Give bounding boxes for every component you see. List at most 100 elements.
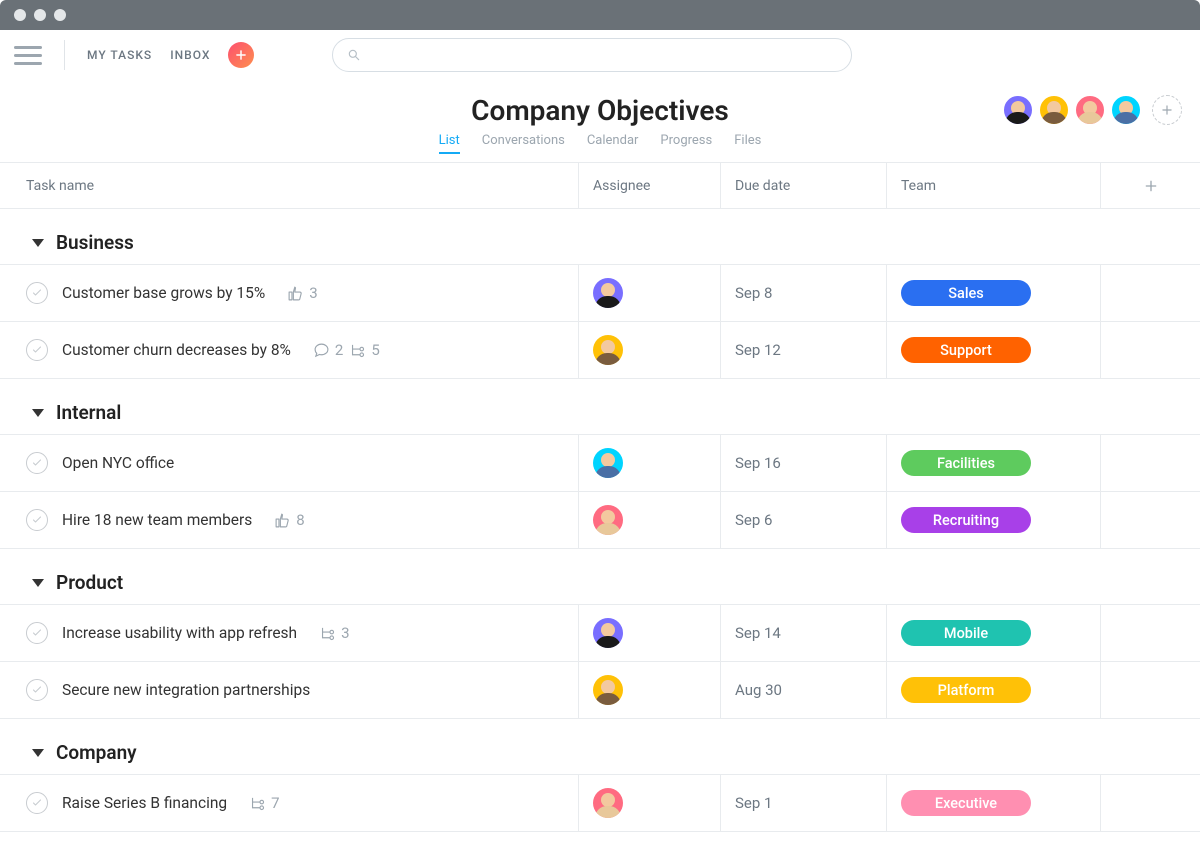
task-name[interactable]: Secure new integration partnerships [62, 681, 310, 699]
add-member-button[interactable] [1152, 95, 1182, 125]
task-row[interactable]: Customer churn decreases by 8% 25 Sep 12… [0, 322, 1200, 379]
check-icon [31, 287, 43, 299]
avatar[interactable] [593, 788, 623, 818]
assignee-cell[interactable] [578, 435, 720, 491]
quick-add-button[interactable] [228, 42, 254, 68]
nav-my-tasks[interactable]: MY TASKS [87, 48, 152, 62]
column-team[interactable]: Team [886, 163, 1100, 208]
task-name[interactable]: Customer churn decreases by 8% [62, 341, 291, 359]
view-tabs: List Conversations Calendar Progress Files [0, 133, 1200, 162]
task-name[interactable]: Raise Series B financing [62, 794, 227, 812]
due-date-cell[interactable]: Sep 12 [720, 322, 886, 378]
tab-files[interactable]: Files [734, 133, 761, 154]
complete-checkbox[interactable] [26, 452, 48, 474]
complete-checkbox[interactable] [26, 282, 48, 304]
avatar[interactable] [1110, 94, 1142, 126]
tab-conversations[interactable]: Conversations [482, 133, 565, 154]
section-header[interactable]: Business [0, 209, 1200, 265]
avatar[interactable] [593, 448, 623, 478]
traffic-light-zoom[interactable] [54, 9, 66, 21]
assignee-cell[interactable] [578, 662, 720, 718]
avatar[interactable] [593, 335, 623, 365]
due-date-cell[interactable]: Sep 14 [720, 605, 886, 661]
avatar[interactable] [1074, 94, 1106, 126]
due-date-cell[interactable]: Sep 8 [720, 265, 886, 321]
tab-list[interactable]: List [439, 133, 460, 154]
traffic-light-close[interactable] [14, 9, 26, 21]
team-cell[interactable]: Mobile [886, 605, 1100, 661]
team-cell[interactable]: Recruiting [886, 492, 1100, 548]
empty-cell [1100, 435, 1200, 491]
likes-count[interactable]: 3 [287, 284, 317, 302]
team-cell[interactable]: Sales [886, 265, 1100, 321]
empty-cell [1100, 662, 1200, 718]
avatar[interactable] [593, 505, 623, 535]
assignee-cell[interactable] [578, 605, 720, 661]
subtasks-count[interactable]: 7 [249, 794, 279, 812]
avatar[interactable] [593, 675, 623, 705]
comments-count[interactable]: 2 [313, 341, 343, 359]
team-cell[interactable]: Platform [886, 662, 1100, 718]
tab-calendar[interactable]: Calendar [587, 133, 639, 154]
section-header[interactable]: Company [0, 719, 1200, 775]
avatar[interactable] [1038, 94, 1070, 126]
due-date-cell[interactable]: Aug 30 [720, 662, 886, 718]
collapse-icon[interactable] [32, 749, 44, 757]
due-date-cell[interactable]: Sep 6 [720, 492, 886, 548]
traffic-light-minimize[interactable] [34, 9, 46, 21]
divider [64, 40, 65, 70]
complete-checkbox[interactable] [26, 509, 48, 531]
collapse-icon[interactable] [32, 579, 44, 587]
due-date-cell[interactable]: Sep 1 [720, 775, 886, 831]
task-name[interactable]: Open NYC office [62, 454, 174, 472]
complete-checkbox[interactable] [26, 679, 48, 701]
complete-checkbox[interactable] [26, 792, 48, 814]
task-row[interactable]: Increase usability with app refresh 3 Se… [0, 605, 1200, 662]
task-name[interactable]: Increase usability with app refresh [62, 624, 297, 642]
complete-checkbox[interactable] [26, 339, 48, 361]
add-column-button[interactable] [1100, 163, 1200, 208]
column-due-date[interactable]: Due date [720, 163, 886, 208]
column-assignee[interactable]: Assignee [578, 163, 720, 208]
task-row[interactable]: Raise Series B financing 7 Sep 1 Executi… [0, 775, 1200, 832]
avatar[interactable] [593, 618, 623, 648]
team-cell[interactable]: Facilities [886, 435, 1100, 491]
complete-checkbox[interactable] [26, 622, 48, 644]
comment-icon [313, 342, 330, 359]
section-header[interactable]: Internal [0, 379, 1200, 435]
assignee-cell[interactable] [578, 265, 720, 321]
collapse-icon[interactable] [32, 239, 44, 247]
task-name[interactable]: Customer base grows by 15% [62, 284, 265, 302]
nav-inbox[interactable]: INBOX [170, 48, 210, 62]
due-date-cell[interactable]: Sep 16 [720, 435, 886, 491]
likes-count[interactable]: 8 [274, 511, 304, 529]
search-input[interactable] [369, 47, 837, 63]
subtask-icon [349, 342, 366, 359]
tab-progress[interactable]: Progress [660, 133, 712, 154]
window-chrome [0, 0, 1200, 30]
menu-icon[interactable] [14, 41, 42, 69]
team-cell[interactable]: Executive [886, 775, 1100, 831]
team-cell[interactable]: Support [886, 322, 1100, 378]
assignee-cell[interactable] [578, 775, 720, 831]
section-header[interactable]: Product [0, 549, 1200, 605]
search-box[interactable] [332, 38, 852, 72]
project-header: Company Objectives [0, 80, 1200, 133]
check-icon [31, 344, 43, 356]
task-meta: 25 [313, 341, 380, 359]
task-row[interactable]: Open NYC office Sep 16 Facilities [0, 435, 1200, 492]
task-row[interactable]: Hire 18 new team members 8 Sep 6 Recruit… [0, 492, 1200, 549]
task-name[interactable]: Hire 18 new team members [62, 511, 252, 529]
avatar[interactable] [1002, 94, 1034, 126]
assignee-cell[interactable] [578, 322, 720, 378]
avatar[interactable] [593, 278, 623, 308]
column-task-name[interactable]: Task name [0, 163, 578, 208]
task-meta: 3 [287, 284, 317, 302]
assignee-cell[interactable] [578, 492, 720, 548]
subtasks-count[interactable]: 5 [349, 341, 379, 359]
task-row[interactable]: Customer base grows by 15% 3 Sep 8 Sales [0, 265, 1200, 322]
subtasks-count[interactable]: 3 [319, 624, 349, 642]
project-members [1002, 94, 1182, 126]
collapse-icon[interactable] [32, 409, 44, 417]
task-row[interactable]: Secure new integration partnerships Aug … [0, 662, 1200, 719]
